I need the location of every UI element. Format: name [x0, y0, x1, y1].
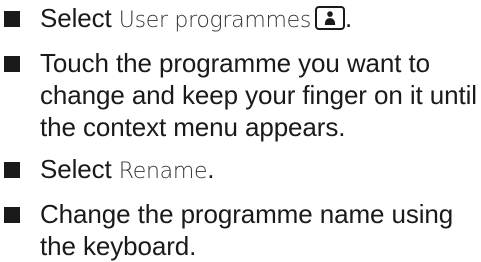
- step-text: Change the programme name using the keyb…: [40, 199, 454, 261]
- step-text: Select: [40, 3, 119, 33]
- step-text-end: .: [345, 3, 353, 33]
- list-item: Change the programme name using the keyb…: [0, 198, 481, 262]
- square-bullet-icon: [4, 162, 20, 178]
- square-bullet-icon: [4, 207, 20, 223]
- step-text-end: .: [207, 154, 215, 184]
- ui-label-user-programmes: User programmes: [118, 8, 312, 33]
- step-text: Touch the programme you want to change a…: [40, 48, 477, 142]
- list-item: Touch the programme you want to change a…: [0, 47, 481, 143]
- square-bullet-icon: [4, 56, 20, 72]
- instruction-list: Select User programmes. Touch the progra…: [0, 2, 481, 262]
- list-item: Select Rename.: [0, 153, 481, 188]
- ui-label-rename: Rename: [118, 159, 208, 184]
- list-item: Select User programmes.: [0, 2, 481, 37]
- step-text: Select: [40, 154, 119, 184]
- square-bullet-icon: [4, 11, 20, 27]
- user-programmes-icon: [315, 6, 346, 30]
